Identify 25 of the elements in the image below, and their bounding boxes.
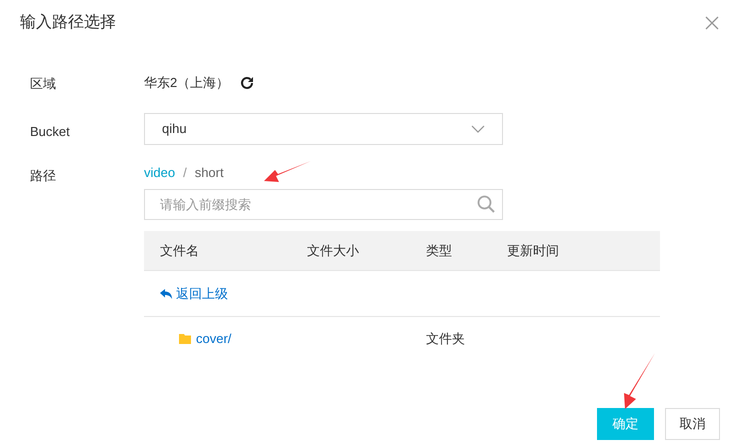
chevron-icon bbox=[471, 125, 485, 133]
breadcrumb-item: short bbox=[194, 164, 224, 182]
folder-icon bbox=[179, 334, 191, 344]
back-arrow-icon bbox=[160, 288, 172, 298]
refresh-icon[interactable] bbox=[239, 75, 256, 91]
back-link[interactable]: 返回上级 bbox=[160, 284, 228, 304]
field-label: Bucket bbox=[29, 123, 71, 141]
column-header: 文件大小 bbox=[307, 242, 360, 260]
close-button[interactable] bbox=[704, 15, 720, 31]
folder-link[interactable]: cover/ bbox=[196, 329, 232, 349]
dialog-title: 输入路径选择 bbox=[20, 12, 116, 33]
bucket-select[interactable]: qihu bbox=[144, 113, 503, 145]
annotation-arrow bbox=[624, 353, 655, 409]
field-label: 区域 bbox=[29, 75, 57, 93]
search-icon bbox=[477, 195, 495, 213]
table-cell-text: 文件夹 bbox=[426, 330, 466, 348]
search-field[interactable]: 请输入前缀搜索 bbox=[144, 189, 503, 220]
region-value: 华东2（上海） bbox=[144, 74, 230, 92]
breadcrumb-separator: / bbox=[183, 164, 187, 182]
breadcrumb-item[interactable]: video bbox=[144, 163, 176, 183]
field-label: 路径 bbox=[29, 167, 57, 185]
column-header: 更新时间 bbox=[507, 242, 560, 260]
cancel-button[interactable]: 取消 bbox=[665, 408, 720, 440]
column-header: 类型 bbox=[426, 242, 453, 260]
column-header: 文件名 bbox=[160, 242, 200, 260]
